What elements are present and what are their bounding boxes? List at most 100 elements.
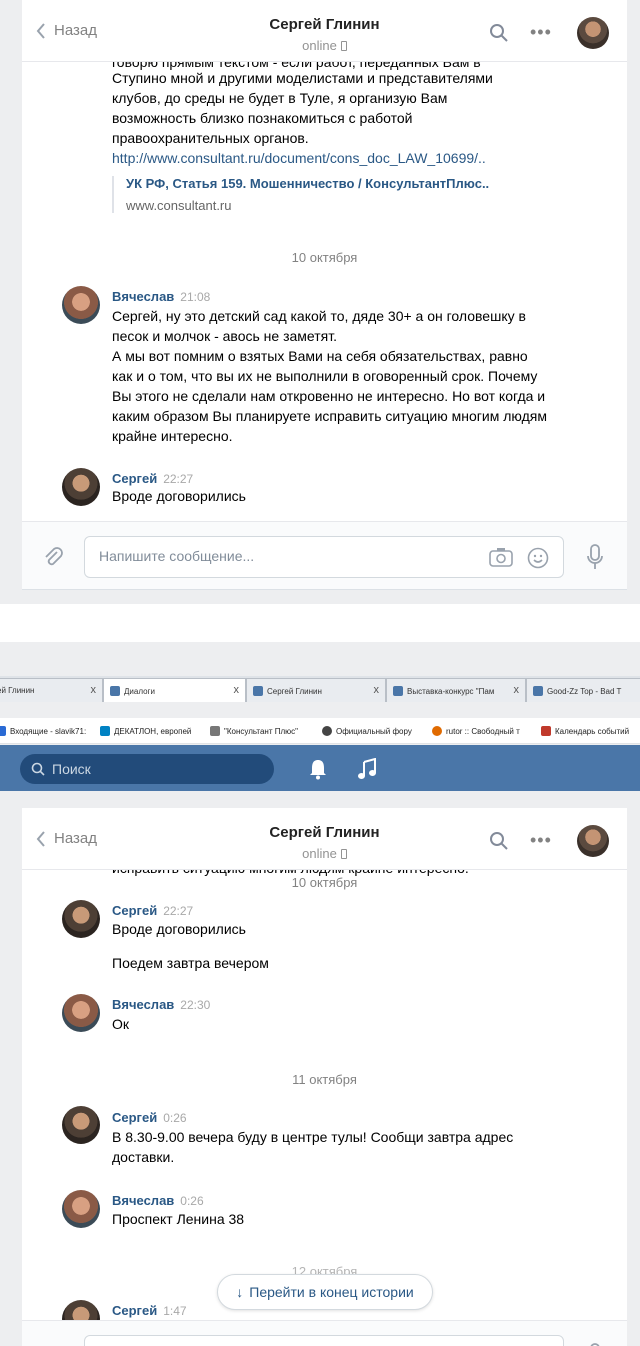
message-author[interactable]: Вячеслав: [112, 289, 174, 304]
date-separator: 10 октября: [291, 250, 358, 265]
message-header: Сергей 0:26: [112, 1109, 542, 1127]
mail-icon: [0, 726, 6, 736]
message-text: Сергей, ну это детский сад какой то, дяд…: [112, 308, 547, 444]
search-placeholder: Поиск: [52, 761, 91, 777]
avatar[interactable]: [62, 468, 100, 506]
avatar[interactable]: [62, 1106, 100, 1144]
peer-avatar[interactable]: [577, 825, 609, 857]
message-input-box[interactable]: [84, 536, 564, 578]
close-icon[interactable]: x: [514, 684, 520, 696]
floating-date: 10 октября: [291, 875, 358, 890]
bookmark-item[interactable]: Официальный фору: [322, 726, 412, 736]
mobile-phone-icon: [340, 40, 347, 51]
message-text: Ступино мной и другими моделистами и пре…: [112, 70, 493, 146]
link-snippet[interactable]: УК РФ, Статья 159. Мошенничество / Консу…: [112, 176, 489, 213]
tab-title: Сергей Глинин: [267, 687, 322, 696]
bookmark-label: ДЕКАТЛОН, европей: [114, 727, 192, 736]
chat-panel-top: Назад Сергей Глинин online ••• говорю пр…: [22, 0, 627, 590]
vk-favicon-icon: [533, 686, 543, 696]
avatar[interactable]: [62, 994, 100, 1032]
bookmark-label: "Консультант Плюс": [224, 727, 298, 736]
peer-status: online: [302, 846, 347, 861]
calendar-icon: [541, 726, 551, 736]
avatar[interactable]: [62, 900, 100, 938]
message-time: 22:27: [163, 472, 194, 486]
emoji-icon[interactable]: [527, 547, 549, 569]
browser-tab[interactable]: Сергей Глинин x: [246, 678, 386, 702]
tab-title: Good-Zz Top - Bad T: [547, 687, 622, 696]
screenshot-gap: [0, 604, 640, 642]
jump-to-end-label: Перейти в конец истории: [249, 1284, 414, 1300]
message-header: Вячеслав 0:26: [112, 1192, 542, 1210]
snippet-title[interactable]: УК РФ, Статья 159. Мошенничество / Консу…: [126, 176, 489, 191]
microphone-icon[interactable]: [586, 544, 604, 570]
music-note-icon[interactable]: [358, 758, 376, 780]
bookmark-item[interactable]: "Консультант Плюс": [210, 726, 298, 736]
avatar[interactable]: [62, 1190, 100, 1228]
message-author[interactable]: Вячеслав: [112, 1193, 174, 1208]
rutor-icon: [432, 726, 442, 736]
close-icon[interactable]: x: [91, 684, 97, 696]
jump-to-end-button[interactable]: ↓ Перейти в конец истории: [217, 1274, 433, 1310]
browser-tab[interactable]: ей Глинин x: [0, 678, 103, 702]
message-time: 0:26: [180, 1194, 204, 1208]
search-icon: [31, 762, 45, 776]
bookmark-item[interactable]: Календарь событий: [541, 726, 629, 736]
vk-search-input[interactable]: Поиск: [20, 754, 274, 784]
browser-tab[interactable]: Диалоги x: [103, 678, 246, 702]
camera-icon[interactable]: [489, 547, 513, 567]
message-time: 1:47: [163, 1304, 187, 1318]
message-author[interactable]: Сергей: [112, 903, 157, 918]
bookmark-item[interactable]: ДЕКАТЛОН, европей: [100, 726, 191, 736]
message-author[interactable]: Сергей: [112, 1303, 157, 1318]
message-time: 0:26: [163, 1111, 187, 1125]
peer-status: online: [302, 38, 347, 53]
mobile-phone-icon: [340, 848, 347, 859]
browser-tab[interactable]: Выставка-конкурс "Пам x: [386, 678, 526, 702]
chat-panel-bottom: Назад Сергей Глинин online ••• исправить…: [22, 808, 627, 1346]
message-author[interactable]: Вячеслав: [112, 997, 174, 1012]
bookmark-label: Официальный фору: [336, 727, 412, 736]
bell-icon[interactable]: [308, 758, 328, 780]
message-text: Поедем завтра вечером: [112, 955, 269, 971]
message-header: Сергей 22:27: [112, 902, 542, 920]
message-time: 22:30: [180, 998, 211, 1012]
bookmark-label: Входящие - slavik71:: [10, 727, 87, 736]
message-text: Вроде договорились: [112, 921, 246, 937]
message-time: 22:27: [163, 904, 194, 918]
tab-title: ей Глинин: [0, 686, 35, 695]
message-author[interactable]: Сергей: [112, 471, 157, 486]
decathlon-icon: [100, 726, 110, 736]
tab-title: Диалоги: [124, 687, 155, 696]
message-composer: [22, 521, 627, 589]
arrow-down-icon: ↓: [236, 1284, 244, 1300]
tab-title: Выставка-конкурс "Пам: [407, 687, 495, 696]
bookmark-item[interactable]: Входящие - slavik71:: [0, 726, 86, 736]
message-author[interactable]: Сергей: [112, 1110, 157, 1125]
consultant-icon: [210, 726, 220, 736]
close-icon[interactable]: x: [234, 684, 240, 696]
more-menu-icon[interactable]: •••: [530, 830, 552, 851]
vk-favicon-icon: [253, 686, 263, 696]
message-time: 21:08: [180, 290, 211, 304]
vk-favicon-icon: [110, 686, 120, 696]
message-header: Вячеслав 22:30: [112, 996, 542, 1014]
close-icon[interactable]: x: [374, 684, 380, 696]
bookmark-label: Календарь событий: [555, 727, 630, 736]
search-icon[interactable]: [489, 23, 509, 43]
browser-tab[interactable]: Good-Zz Top - Bad T: [526, 678, 640, 702]
paperclip-icon[interactable]: [42, 546, 64, 568]
message-header: Вячеслав 21:08: [112, 288, 542, 306]
avatar[interactable]: [62, 286, 100, 324]
message-input[interactable]: [99, 548, 479, 564]
more-menu-icon[interactable]: •••: [530, 22, 552, 43]
message-text: Вроде договорились: [112, 488, 246, 504]
bookmarks-bar: Входящие - slavik71: ДЕКАТЛОН, европей "…: [0, 718, 640, 744]
message-link[interactable]: http://www.consultant.ru/document/cons_d…: [112, 148, 542, 168]
vk-favicon-icon: [393, 686, 403, 696]
search-icon[interactable]: [489, 831, 509, 851]
vk-top-nav: Поиск: [0, 745, 640, 791]
message-input-box[interactable]: [84, 1335, 564, 1346]
peer-avatar[interactable]: [577, 17, 609, 49]
bookmark-item[interactable]: rutor :: Свободный т: [432, 726, 520, 736]
